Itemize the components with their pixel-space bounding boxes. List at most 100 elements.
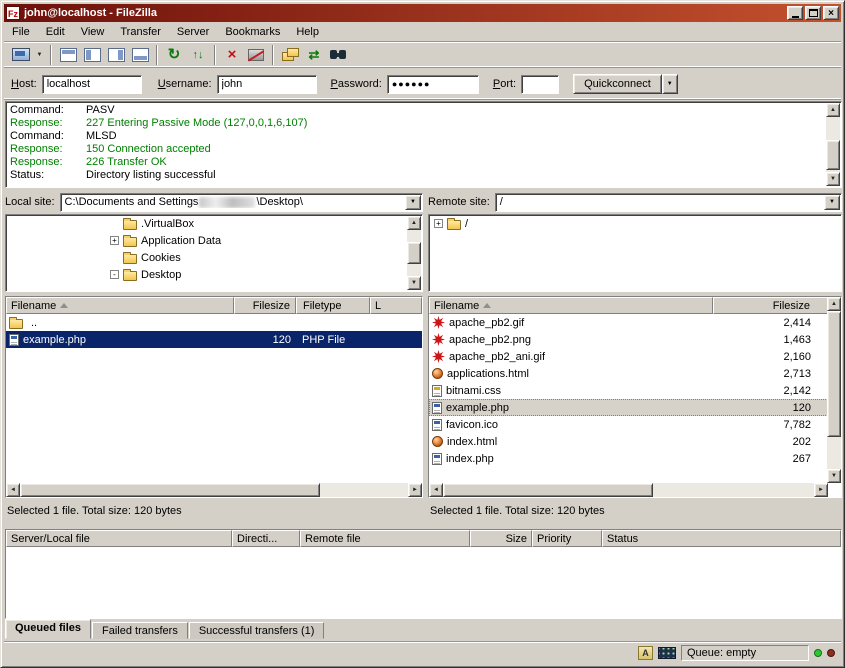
scroll-down-button[interactable]: ▼ <box>407 276 421 290</box>
toggle-message-log-button[interactable] <box>56 43 80 66</box>
close-button[interactable]: × <box>823 6 839 20</box>
menu-view[interactable]: View <box>73 24 113 40</box>
column-header-priority[interactable]: Priority <box>532 530 602 547</box>
tab-failed-transfers[interactable]: Failed transfers <box>92 622 188 639</box>
transfer-queue-list[interactable] <box>6 547 841 618</box>
scroll-down-button[interactable]: ▼ <box>826 172 840 186</box>
scroll-right-button[interactable]: ► <box>408 483 422 497</box>
maximize-button[interactable] <box>805 6 821 20</box>
title-bar[interactable]: Fz john@localhost - FileZilla × <box>4 4 841 22</box>
menu-file[interactable]: File <box>4 24 38 40</box>
file-row[interactable]: bitnami.css 2,142 <box>429 382 828 399</box>
local-tree-scrollbar[interactable]: ▲ ▼ <box>407 216 421 290</box>
column-header-remote-file[interactable]: Remote file <box>300 530 470 547</box>
file-row[interactable]: favicon.ico 7,782 <box>429 416 828 433</box>
menu-help[interactable]: Help <box>288 24 327 40</box>
column-header-filetype[interactable]: Filetype <box>296 297 370 314</box>
menu-bookmarks[interactable]: Bookmarks <box>217 24 288 40</box>
column-header-server-local-file[interactable]: Server/Local file <box>6 530 232 547</box>
tab-successful-transfers[interactable]: Successful transfers (1) <box>189 622 325 639</box>
file-row[interactable]: apache_pb2.png 1,463 <box>429 331 828 348</box>
tab-queued-files[interactable]: Queued files <box>5 619 91 639</box>
ascii-transfer-type-icon[interactable]: A <box>638 646 653 660</box>
file-row[interactable]: index.php 267 <box>429 450 828 467</box>
file-row[interactable]: applications.html 2,713 <box>429 365 828 382</box>
local-site-dropdown-button[interactable]: ▼ <box>405 195 421 210</box>
file-row-selected[interactable]: example.php 120 <box>429 399 828 416</box>
tree-expander[interactable]: + <box>110 236 119 245</box>
disconnect-button[interactable] <box>244 43 268 66</box>
host-input[interactable] <box>42 75 142 94</box>
quickconnect-button[interactable]: Quickconnect <box>573 74 662 94</box>
scroll-left-button[interactable]: ◄ <box>6 483 20 497</box>
scroll-up-button[interactable]: ▲ <box>407 216 421 230</box>
remote-list-body[interactable]: apache_pb2.gif 2,414 apache_pb2.png 1,46… <box>429 314 828 483</box>
tree-item[interactable]: Cookies <box>6 249 422 266</box>
transfer-queue[interactable]: Server/Local file Directi... Remote file… <box>5 529 842 619</box>
encryption-status-icon[interactable] <box>658 647 676 659</box>
site-manager-dropdown-button[interactable]: ▼ <box>33 43 46 66</box>
tree-item[interactable]: -Desktop <box>6 266 422 283</box>
remote-list-hscrollbar[interactable]: ◄ ► <box>429 483 828 497</box>
file-row[interactable]: apache_pb2_ani.gif 2,160 <box>429 348 828 365</box>
file-row[interactable]: apache_pb2.gif 2,414 <box>429 314 828 331</box>
column-header-last-modified[interactable]: L <box>370 297 422 314</box>
scrollbar-thumb[interactable] <box>407 242 421 264</box>
tree-expander[interactable]: + <box>434 219 443 228</box>
directory-comparison-button[interactable] <box>278 43 302 66</box>
menu-server[interactable]: Server <box>169 24 217 40</box>
cancel-icon: × <box>228 47 237 62</box>
scroll-up-button[interactable]: ▲ <box>827 297 841 311</box>
remote-site-combo[interactable]: / ▼ <box>495 193 842 212</box>
tree-expander[interactable]: - <box>110 270 119 279</box>
menu-edit[interactable]: Edit <box>38 24 73 40</box>
toggle-local-tree-button[interactable] <box>80 43 104 66</box>
quickconnect-dropdown-button[interactable]: ▼ <box>662 74 678 94</box>
scrollbar-thumb[interactable] <box>443 483 653 497</box>
toggle-remote-tree-button[interactable] <box>104 43 128 66</box>
synchronized-browsing-button[interactable]: ⇄ <box>302 43 326 66</box>
column-header-filesize[interactable]: Filesize <box>713 297 828 314</box>
tree-item[interactable]: +/ <box>429 215 841 232</box>
username-input[interactable] <box>217 75 317 94</box>
remote-directory-tree[interactable]: +/ <box>428 214 842 292</box>
column-header-size[interactable]: Size <box>470 530 532 547</box>
message-log[interactable]: Command:PASV Response:227 Entering Passi… <box>5 101 842 188</box>
scrollbar-thumb[interactable] <box>827 311 841 437</box>
column-header-filesize[interactable]: Filesize <box>234 297 296 314</box>
file-row[interactable]: index.html 202 <box>429 433 828 450</box>
scroll-down-button[interactable]: ▼ <box>827 469 841 483</box>
scroll-left-button[interactable]: ◄ <box>429 483 443 497</box>
scroll-right-button[interactable]: ► <box>814 483 828 497</box>
site-manager-button[interactable] <box>9 43 33 66</box>
menu-transfer[interactable]: Transfer <box>112 24 169 40</box>
file-row[interactable]: .. <box>6 314 422 331</box>
local-directory-tree[interactable]: .VirtualBox +Application Data Cookies -D… <box>5 214 423 292</box>
scrollbar-thumb[interactable] <box>20 483 320 497</box>
cancel-operation-button[interactable]: × <box>220 43 244 66</box>
local-file-list[interactable]: Filename Filesize Filetype L .. example.… <box>5 296 423 498</box>
remote-site-dropdown-button[interactable]: ▼ <box>824 195 840 210</box>
local-site-combo[interactable]: C:\Documents and Settings\Desktop\ ▼ <box>60 193 423 212</box>
process-queue-button[interactable]: ↑↓ <box>186 43 210 66</box>
column-header-filename[interactable]: Filename <box>6 297 234 314</box>
local-list-body[interactable]: .. example.php 120 PHP File <box>6 314 422 483</box>
toggle-queue-button[interactable] <box>128 43 152 66</box>
scrollbar-thumb[interactable] <box>826 140 840 170</box>
scroll-up-button[interactable]: ▲ <box>826 103 840 117</box>
minimize-button[interactable] <box>787 6 803 20</box>
tree-item[interactable]: +Application Data <box>6 232 422 249</box>
remote-list-scrollbar[interactable]: ▲ ▼ <box>827 297 841 483</box>
column-header-direction[interactable]: Directi... <box>232 530 300 547</box>
refresh-button[interactable]: ↻ <box>162 43 186 66</box>
remote-file-list[interactable]: Filename Filesize apache_pb2.gif 2,414 a… <box>428 296 842 498</box>
column-header-status[interactable]: Status <box>602 530 841 547</box>
find-files-button[interactable] <box>326 43 350 66</box>
local-list-hscrollbar[interactable]: ◄ ► <box>6 483 422 497</box>
column-header-filename[interactable]: Filename <box>429 297 713 314</box>
log-scrollbar[interactable]: ▲ ▼ <box>826 103 840 186</box>
tree-item[interactable]: .VirtualBox <box>6 215 422 232</box>
password-input[interactable] <box>387 75 479 94</box>
port-input[interactable] <box>521 75 559 94</box>
file-row-selected[interactable]: example.php 120 PHP File <box>6 331 422 348</box>
